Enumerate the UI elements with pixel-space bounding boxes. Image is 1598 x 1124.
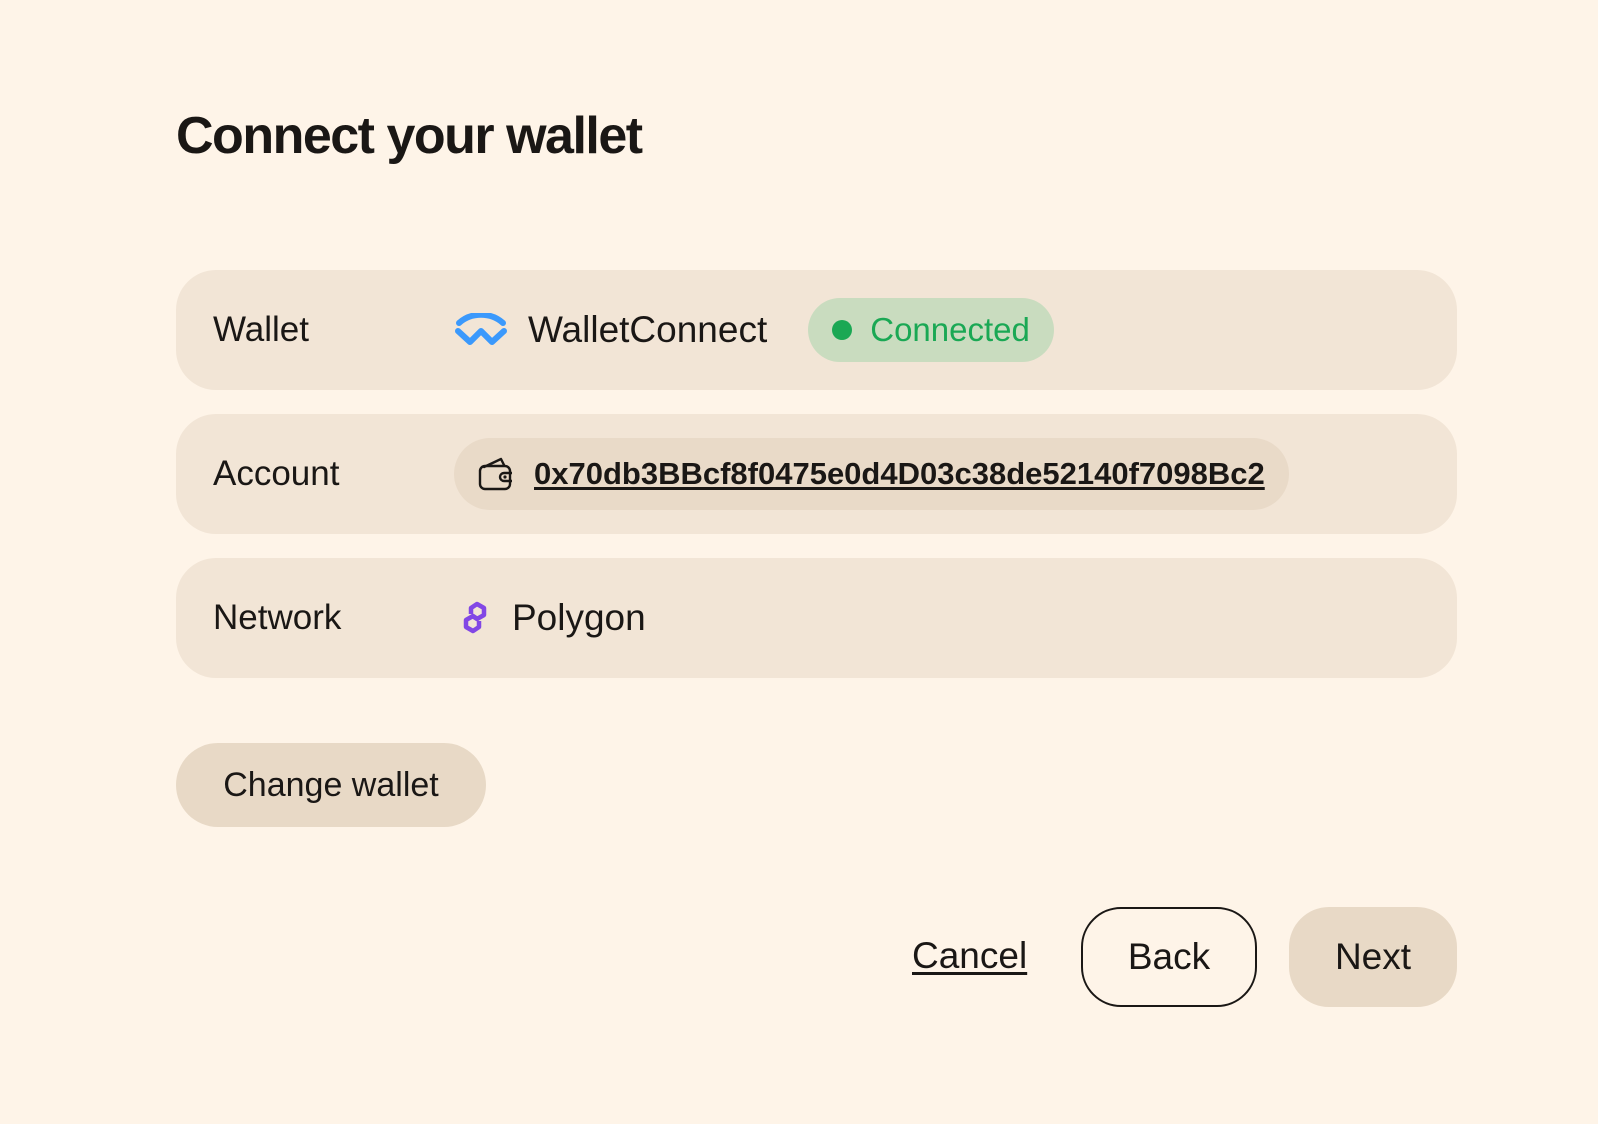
wallet-value: WalletConnect Connected (454, 270, 1054, 390)
account-value: 0x70db3BBcf8f0475e0d4D03c38de52140f7098B… (454, 414, 1289, 534)
wallet-row: Wallet WalletConnect Connected (176, 270, 1457, 390)
back-button[interactable]: Back (1081, 907, 1257, 1007)
next-button[interactable]: Next (1289, 907, 1457, 1007)
wallet-name: WalletConnect (528, 309, 768, 350)
change-wallet-button[interactable]: Change wallet (176, 743, 486, 827)
network-row: Network Polygon (176, 558, 1457, 678)
wallet-icon (478, 456, 514, 492)
status-text: Connected (870, 311, 1030, 348)
network-name: Polygon (512, 597, 646, 638)
polygon-icon (454, 598, 496, 638)
account-label: Account (213, 454, 340, 493)
status-badge: Connected (808, 298, 1054, 362)
status-dot-icon (832, 320, 853, 340)
network-label: Network (213, 598, 342, 637)
cancel-link[interactable]: Cancel (912, 930, 1027, 982)
page-title: Connect your wallet (176, 107, 643, 165)
wallet-label: Wallet (213, 310, 309, 349)
account-row: Account 0x70db3BBcf8f0475e0d4D03c38de521… (176, 414, 1457, 534)
address-pill[interactable]: 0x70db3BBcf8f0475e0d4D03c38de52140f7098B… (454, 438, 1289, 510)
account-address-link[interactable]: 0x70db3BBcf8f0475e0d4D03c38de52140f7098B… (534, 456, 1265, 492)
walletconnect-icon (454, 310, 508, 350)
network-value: Polygon (454, 558, 646, 678)
